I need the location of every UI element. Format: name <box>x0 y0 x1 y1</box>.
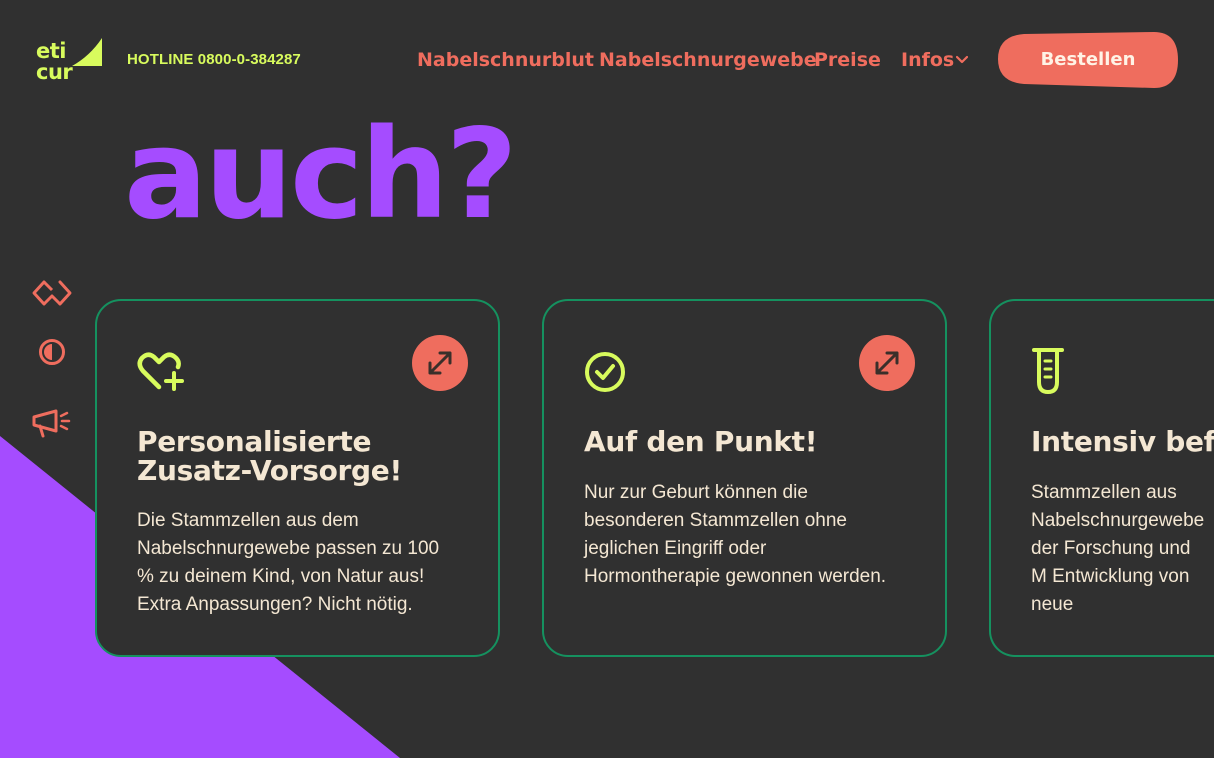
feature-card-on-point[interactable]: Auf den Punkt! Nur zur Geburt können die… <box>542 299 947 657</box>
heart-plus-icon <box>137 352 184 391</box>
logo-flag-icon <box>72 38 102 66</box>
expand-button[interactable] <box>859 335 915 391</box>
eticur-logo[interactable]: eti cur <box>36 38 104 84</box>
nav-item-preise[interactable]: Preise <box>814 49 881 71</box>
card-title: Intensiv befo <box>1031 425 1214 458</box>
logo-text-bottom: cur <box>36 60 73 84</box>
contrast-icon[interactable] <box>38 338 66 366</box>
feature-card-research[interactable]: Intensiv befo Stammzellen aus Nabelschnu… <box>989 299 1214 657</box>
check-circle-icon <box>585 352 625 392</box>
hero-headline: auch? <box>124 103 518 247</box>
logo-text-top: eti <box>36 39 66 63</box>
expand-arrows-icon <box>428 351 452 375</box>
expand-button[interactable] <box>412 335 468 391</box>
test-tube-icon <box>1032 348 1064 395</box>
card-text: Stammzellen aus Nabelschnurgewebe der Fo… <box>1031 479 1209 619</box>
card-title: Auf den Punkt! <box>584 425 818 458</box>
nav-item-nabelschnurgewebe[interactable]: Nabelschnurgewebe <box>599 49 817 71</box>
nav-item-infos[interactable]: Infos <box>901 49 954 71</box>
card-text: Die Stammzellen aus dem Nabelschnurgeweb… <box>137 510 440 615</box>
chevron-down-icon[interactable] <box>956 55 968 65</box>
feature-card-personalised[interactable]: Personalisierte Zusatz-Vorsorge! Die Sta… <box>95 299 500 657</box>
order-button[interactable]: Bestellen <box>998 32 1178 88</box>
hotline-phone[interactable]: HOTLINE 0800-0-384287 <box>127 51 301 68</box>
expand-arrows-icon <box>875 351 899 375</box>
hands-heart-icon[interactable] <box>30 279 74 309</box>
card-title: Personalisierte Zusatz-Vorsorge! <box>137 425 402 487</box>
order-button-label: Bestellen <box>1040 49 1136 70</box>
nav-item-nabelschnurblut[interactable]: Nabelschnurblut <box>417 49 594 71</box>
megaphone-icon[interactable] <box>30 407 74 439</box>
card-text: Nur zur Geburt können die besonderen Sta… <box>584 482 887 587</box>
card-text-content: Stammzellen aus Nabelschnurgewebe der Fo… <box>1031 482 1205 615</box>
